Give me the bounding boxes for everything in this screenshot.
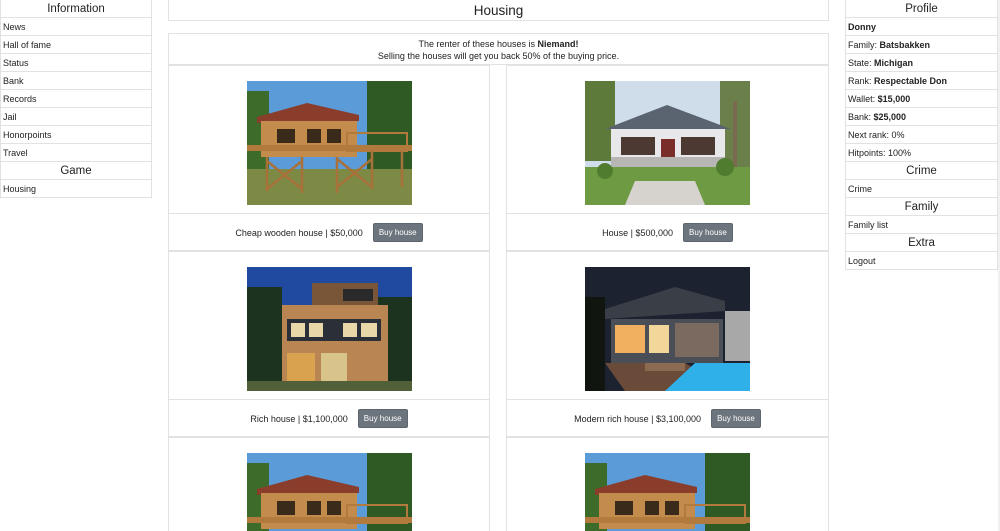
nav-news[interactable]: News	[0, 18, 152, 36]
renter-name: Niemand!	[537, 39, 579, 49]
renter-notice: The renter of these houses is Niemand! S…	[168, 33, 829, 65]
nav-logout[interactable]: Logout	[845, 252, 998, 270]
state-value: Michigan	[874, 58, 914, 68]
notice-prefix: The renter of these houses is	[418, 39, 538, 49]
house-card: House | $500,000 Buy house	[506, 65, 829, 251]
profile-family: Family: Batsbakken	[845, 36, 998, 54]
house-card: Cheap wooden house | $50,000 Buy house	[168, 65, 490, 251]
house-label: Modern rich house | $3,100,000	[574, 413, 702, 424]
information-header: Information	[0, 0, 152, 18]
house-footer: Cheap wooden house | $50,000 Buy house	[169, 213, 489, 251]
house-card-partial	[168, 437, 490, 531]
buy-house-button[interactable]: Buy house	[711, 409, 761, 428]
nav-travel[interactable]: Travel	[0, 144, 152, 162]
username: Donny	[848, 22, 876, 32]
buy-house-button[interactable]: Buy house	[683, 223, 733, 242]
nav-housing[interactable]: Housing	[0, 180, 152, 198]
game-header: Game	[0, 162, 152, 180]
family-header: Family	[845, 198, 998, 216]
state-label: State:	[848, 58, 875, 68]
profile-rank: Rank: Respectable Don	[845, 72, 998, 90]
house-card-partial	[506, 437, 829, 531]
right-sidebar: Profile Donny Family: Batsbakken State: …	[845, 0, 998, 270]
nav-bank[interactable]: Bank	[0, 72, 152, 90]
page-title: Housing	[168, 0, 829, 21]
house-image-wooden	[585, 453, 750, 531]
nav-jail[interactable]: Jail	[0, 108, 152, 126]
nav-family-list[interactable]: Family list	[845, 216, 998, 234]
house-footer: House | $500,000 Buy house	[507, 213, 828, 251]
main-content: Housing The renter of these houses is Ni…	[168, 0, 829, 531]
bank-value: $25,000	[873, 112, 907, 122]
nav-records[interactable]: Records	[0, 90, 152, 108]
house-label: Rich house | $1,100,000	[250, 413, 348, 424]
buy-house-button[interactable]: Buy house	[357, 409, 408, 428]
nav-honorpoints[interactable]: Honorpoints	[0, 126, 152, 144]
nav-crime[interactable]: Crime	[845, 180, 998, 198]
notice-line-1: The renter of these houses is Niemand!	[169, 38, 828, 50]
notice-line-2: Selling the houses will get you back 50%…	[377, 51, 620, 61]
wallet-value: $15,000	[877, 94, 911, 104]
house-card: Modern rich house | $3,100,000 Buy house	[506, 251, 829, 437]
bank-label: Bank:	[848, 112, 874, 122]
house-image-wooden	[247, 453, 412, 531]
rank-value: Respectable Don	[874, 76, 948, 86]
house-image-wooden	[247, 81, 412, 205]
rank-label: Rank:	[848, 76, 875, 86]
house-image-bungalow	[585, 81, 750, 205]
profile-wallet: Wallet: $15,000	[845, 90, 998, 108]
buy-house-button[interactable]: Buy house	[372, 223, 423, 242]
house-footer: Rich house | $1,100,000 Buy house	[169, 399, 489, 437]
nav-status[interactable]: Status	[0, 54, 152, 72]
left-sidebar: Information News Hall of fame Status Ban…	[0, 0, 152, 198]
profile-next-rank: Next rank: 0%	[845, 126, 998, 144]
house-image-rich	[247, 267, 412, 391]
family-value: Batsbakken	[879, 40, 931, 50]
nav-hall-of-fame[interactable]: Hall of fame	[0, 36, 152, 54]
profile-username: Donny	[845, 18, 998, 36]
house-image-modern	[585, 267, 750, 391]
house-label: Cheap wooden house | $50,000	[235, 227, 363, 238]
extra-header: Extra	[845, 234, 998, 252]
profile-hitpoints: Hitpoints: 100%	[845, 144, 998, 162]
house-footer: Modern rich house | $3,100,000 Buy house	[507, 399, 828, 437]
family-label: Family:	[848, 40, 880, 50]
crime-header: Crime	[845, 162, 998, 180]
house-label: House | $500,000	[602, 227, 674, 238]
profile-state: State: Michigan	[845, 54, 998, 72]
house-card: Rich house | $1,100,000 Buy house	[168, 251, 490, 437]
wallet-label: Wallet:	[848, 94, 878, 104]
profile-header: Profile	[845, 0, 998, 18]
profile-bank: Bank: $25,000	[845, 108, 998, 126]
